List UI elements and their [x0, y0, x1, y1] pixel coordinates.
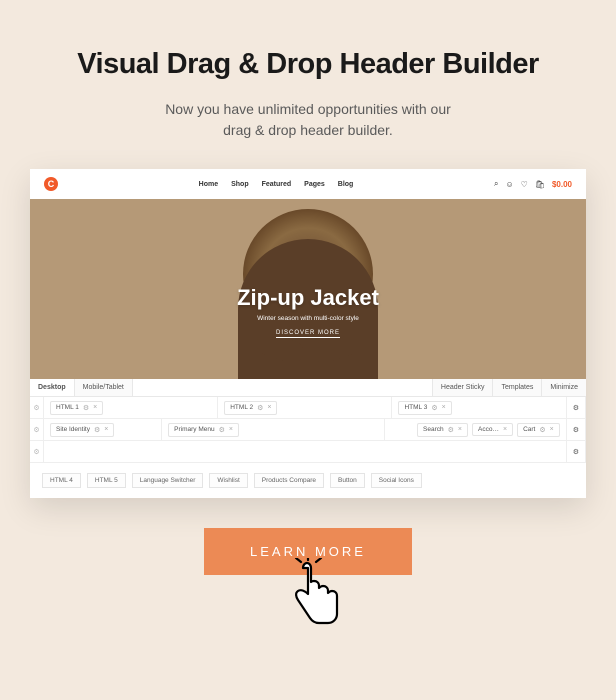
tab-desktop[interactable]: Desktop: [30, 379, 75, 396]
search-icon[interactable]: ⌕: [494, 179, 498, 189]
close-icon[interactable]: ×: [93, 404, 97, 411]
builder-toolbar: Desktop Mobile/Tablet Header Sticky Temp…: [30, 379, 586, 397]
gear-icon[interactable]: ⚙: [83, 404, 89, 412]
tab-mobile-tablet[interactable]: Mobile/Tablet: [75, 379, 133, 396]
row1-col3[interactable]: HTML 3⚙×: [392, 397, 566, 418]
palette-language-switcher[interactable]: Language Switcher: [132, 473, 204, 488]
pointer-cursor-icon: [284, 558, 344, 628]
palette-button[interactable]: Button: [330, 473, 365, 488]
palette-html5[interactable]: HTML 5: [87, 473, 126, 488]
wishlist-icon[interactable]: ♡: [521, 180, 528, 189]
row-settings-icon[interactable]: ⚙: [567, 397, 586, 418]
page-subtitle: Now you have unlimited opportunities wit…: [165, 99, 451, 141]
palette-html4[interactable]: HTML 4: [42, 473, 81, 488]
menu-shop[interactable]: Shop: [231, 181, 249, 188]
site-header: C Home Shop Featured Pages Blog ⌕ ☺ ♡ 🛍 …: [30, 169, 586, 199]
block-html1[interactable]: HTML 1⚙×: [50, 401, 103, 415]
templates-button[interactable]: Templates: [492, 379, 541, 396]
cta-wrap: LEARN MORE: [204, 528, 412, 575]
cart-icon[interactable]: 🛍: [535, 180, 545, 189]
menu-blog[interactable]: Blog: [338, 181, 354, 188]
block-cart[interactable]: Cart⚙×: [517, 423, 560, 437]
hero-headline: Zip-up Jacket: [237, 285, 379, 311]
close-icon[interactable]: ×: [267, 404, 271, 411]
row-settings-icon[interactable]: ⚙: [567, 441, 586, 462]
header-icons: ⌕ ☺ ♡ 🛍 $0.00: [494, 179, 572, 189]
builder-row-1: ⚙ HTML 1⚙× HTML 2⚙× HTML 3⚙× ⚙: [30, 397, 586, 419]
builder-row-3-empty[interactable]: ⚙ ⚙: [30, 441, 586, 463]
subtitle-line-2: drag & drop header builder.: [223, 122, 393, 138]
hero-cta-link[interactable]: DISCOVER MORE: [276, 330, 340, 338]
close-icon[interactable]: ×: [550, 426, 554, 433]
block-palette: HTML 4 HTML 5 Language Switcher Wishlist…: [30, 463, 586, 498]
block-account[interactable]: Acco…×: [472, 423, 513, 436]
menu-home[interactable]: Home: [199, 181, 218, 188]
row2-col3[interactable]: Search⚙× Acco…× Cart⚙×: [385, 419, 566, 440]
gear-icon[interactable]: ⚙: [94, 426, 100, 434]
builder-row-2: ⚙ Site Identity⚙× Primary Menu⚙× Search⚙…: [30, 419, 586, 441]
subtitle-line-1: Now you have unlimited opportunities wit…: [165, 101, 451, 117]
preview-card: C Home Shop Featured Pages Blog ⌕ ☺ ♡ 🛍 …: [30, 169, 586, 498]
row-settings-icon[interactable]: ⚙: [30, 419, 44, 440]
close-icon[interactable]: ×: [503, 426, 507, 433]
hero-subtext: Winter season with multi-color style: [257, 315, 359, 322]
cart-price: $0.00: [552, 180, 572, 189]
palette-wishlist[interactable]: Wishlist: [209, 473, 247, 488]
close-icon[interactable]: ×: [442, 404, 446, 411]
page-title: Visual Drag & Drop Header Builder: [77, 48, 539, 81]
close-icon[interactable]: ×: [229, 426, 233, 433]
row-settings-icon[interactable]: ⚙: [30, 397, 44, 418]
row2-col2[interactable]: Primary Menu⚙×: [162, 419, 385, 440]
block-html3[interactable]: HTML 3⚙×: [398, 401, 451, 415]
gear-icon[interactable]: ⚙: [448, 426, 454, 434]
site-logo[interactable]: C: [44, 177, 58, 191]
user-icon[interactable]: ☺: [505, 180, 513, 189]
header-sticky-button[interactable]: Header Sticky: [432, 379, 493, 396]
row2-col1[interactable]: Site Identity⚙×: [44, 419, 162, 440]
minimize-button[interactable]: Minimize: [541, 379, 586, 396]
close-icon[interactable]: ×: [458, 426, 462, 433]
palette-products-compare[interactable]: Products Compare: [254, 473, 324, 488]
block-search[interactable]: Search⚙×: [417, 423, 468, 437]
block-site-identity[interactable]: Site Identity⚙×: [50, 423, 114, 437]
gear-icon[interactable]: ⚙: [431, 404, 437, 412]
row1-col1[interactable]: HTML 1⚙×: [44, 397, 218, 418]
gear-icon[interactable]: ⚙: [219, 426, 225, 434]
gear-icon[interactable]: ⚙: [257, 404, 263, 412]
gear-icon[interactable]: ⚙: [539, 426, 545, 434]
block-html2[interactable]: HTML 2⚙×: [224, 401, 277, 415]
close-icon[interactable]: ×: [104, 426, 108, 433]
hero-banner: Zip-up Jacket Winter season with multi-c…: [30, 199, 586, 379]
row-settings-icon[interactable]: ⚙: [567, 419, 586, 440]
block-primary-menu[interactable]: Primary Menu⚙×: [168, 423, 239, 437]
row-settings-icon[interactable]: ⚙: [30, 441, 44, 462]
header-builder-panel: Desktop Mobile/Tablet Header Sticky Temp…: [30, 379, 586, 498]
main-menu: Home Shop Featured Pages Blog: [58, 181, 494, 188]
menu-featured[interactable]: Featured: [262, 181, 292, 188]
menu-pages[interactable]: Pages: [304, 181, 325, 188]
row1-col2[interactable]: HTML 2⚙×: [218, 397, 392, 418]
palette-social-icons[interactable]: Social Icons: [371, 473, 422, 488]
